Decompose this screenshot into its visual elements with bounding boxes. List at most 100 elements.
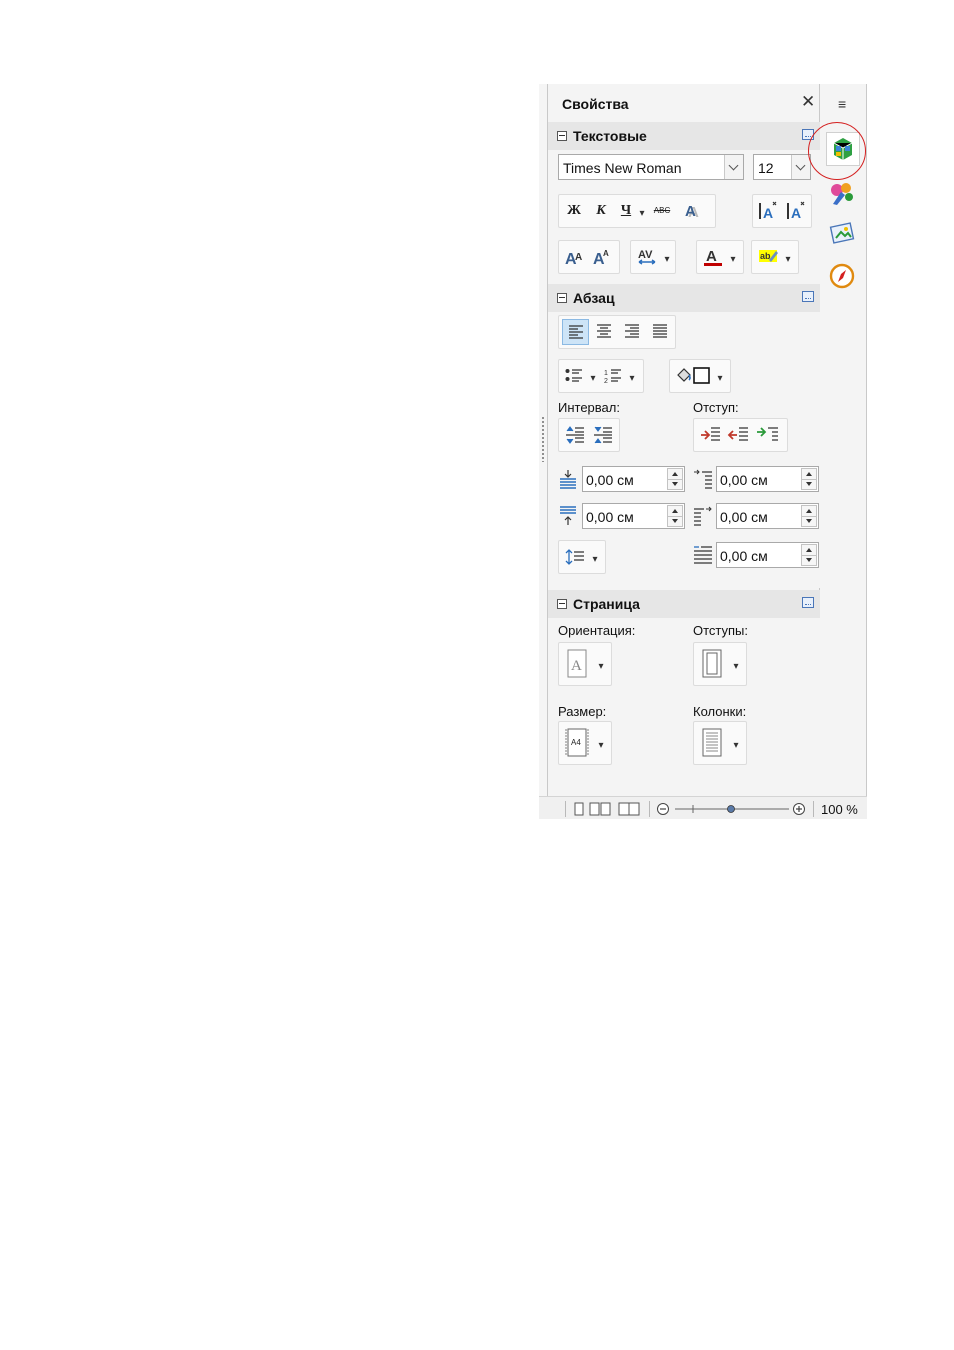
first-line-indent-field[interactable]: 0,00 см xyxy=(716,542,819,568)
columns-dropdown[interactable] xyxy=(730,730,742,756)
chevron-down-icon[interactable] xyxy=(724,155,743,179)
before-indent-stepper[interactable] xyxy=(801,468,817,490)
increase-spacing-button[interactable] xyxy=(562,422,588,448)
deck-titlebar: Свойства ✕ xyxy=(548,84,820,118)
decrease-spacing-button[interactable] xyxy=(590,422,616,448)
paragraph-background-dropdown[interactable] xyxy=(714,363,726,389)
more-options-icon[interactable] xyxy=(802,291,814,302)
columns-button[interactable] xyxy=(697,726,727,760)
hanging-indent-button[interactable] xyxy=(753,422,783,448)
columns-toolbar xyxy=(693,721,747,765)
before-indent-field[interactable]: 0,00 см xyxy=(716,466,819,492)
page-columns-icon xyxy=(702,728,722,757)
orientation-dropdown[interactable] xyxy=(595,651,607,677)
align-left-button[interactable] xyxy=(562,319,589,345)
grow-font-button[interactable]: AA xyxy=(562,244,588,270)
font-size-combo[interactable]: 12 xyxy=(753,154,811,180)
font-name-combo[interactable]: Times New Roman xyxy=(558,154,744,180)
increase-indent-button[interactable] xyxy=(697,422,723,448)
collapse-icon[interactable] xyxy=(557,599,567,609)
chevron-down-icon[interactable] xyxy=(791,155,810,179)
bullets-dropdown[interactable] xyxy=(587,363,599,389)
font-color-dropdown[interactable] xyxy=(727,244,739,270)
numbering-button[interactable]: 12 xyxy=(601,363,625,389)
navigator-compass-icon xyxy=(829,263,855,289)
underline-dropdown[interactable] xyxy=(637,198,647,224)
zoom-out-icon[interactable] xyxy=(656,802,670,816)
character-section-title: Текстовые xyxy=(573,128,647,144)
orientation-toolbar: A xyxy=(558,642,612,686)
after-indent-stepper[interactable] xyxy=(801,505,817,527)
subscript-button[interactable]: A xyxy=(783,198,809,224)
font-size-value: 12 xyxy=(758,160,774,176)
below-spacing-stepper[interactable] xyxy=(667,505,683,527)
tab-styles[interactable] xyxy=(826,176,860,210)
page-section-header[interactable]: Страница xyxy=(548,590,820,618)
align-right-button[interactable] xyxy=(618,319,645,345)
after-indent-field[interactable]: 0,00 см xyxy=(716,503,819,529)
margins-label: Отступы: xyxy=(693,623,749,638)
line-spacing-button[interactable] xyxy=(562,544,588,570)
multi-page-view-icon[interactable] xyxy=(589,802,611,816)
separator xyxy=(649,801,650,817)
increase-indent-icon xyxy=(701,427,720,441)
underline-button[interactable]: Ч xyxy=(615,198,637,224)
zoom-level[interactable]: 100 % xyxy=(821,802,858,817)
separator xyxy=(565,801,566,817)
svg-text:A: A xyxy=(763,205,773,221)
shadow-button[interactable]: AA xyxy=(679,198,705,224)
below-spacing-icon xyxy=(560,506,576,525)
paragraph-background-button[interactable] xyxy=(673,363,713,389)
single-page-view-icon[interactable] xyxy=(572,802,586,816)
above-spacing-stepper[interactable] xyxy=(667,468,683,490)
tab-gallery[interactable] xyxy=(826,218,860,252)
paragraph-section-header[interactable]: Абзац xyxy=(548,284,820,312)
splitter-grip[interactable] xyxy=(541,416,545,462)
size-button[interactable]: A4 xyxy=(562,726,592,760)
italic-button[interactable]: К xyxy=(589,198,613,224)
book-view-icon[interactable] xyxy=(618,802,640,816)
size-dropdown[interactable] xyxy=(595,730,607,756)
grow-font-icon: AA xyxy=(565,251,582,268)
collapse-icon[interactable] xyxy=(557,131,567,141)
strikethrough-button[interactable]: ABC xyxy=(649,198,675,224)
bold-button[interactable]: Ж xyxy=(562,198,586,224)
justify-button[interactable] xyxy=(646,319,673,345)
numbering-dropdown[interactable] xyxy=(626,363,638,389)
margins-dropdown[interactable] xyxy=(730,651,742,677)
below-spacing-field[interactable]: 0,00 см xyxy=(582,503,685,529)
first-line-indent-stepper[interactable] xyxy=(801,544,817,566)
character-spacing-dropdown[interactable] xyxy=(661,244,673,270)
tab-navigator[interactable] xyxy=(826,260,860,294)
svg-text:A: A xyxy=(685,203,696,220)
paragraph-section-body: 12 Интервал: Отступ: xyxy=(548,312,820,588)
after-indent-value: 0,00 см xyxy=(720,509,768,525)
size-toolbar: A4 xyxy=(558,721,612,765)
sidebar-menu-icon[interactable]: ≡ xyxy=(838,96,846,112)
bullets-button[interactable] xyxy=(562,363,586,389)
shrink-font-button[interactable]: AA xyxy=(590,244,616,270)
superscript-button[interactable]: A xyxy=(755,198,781,224)
margins-button[interactable] xyxy=(697,647,727,681)
align-center-button[interactable] xyxy=(590,319,617,345)
more-options-icon[interactable] xyxy=(802,597,814,608)
font-color-button[interactable]: A xyxy=(700,244,726,270)
decrease-indent-icon xyxy=(727,427,748,441)
character-section-header[interactable]: Текстовые xyxy=(548,122,820,150)
sidebar-splitter[interactable] xyxy=(539,84,548,796)
highlight-dropdown[interactable] xyxy=(782,244,794,270)
list-toolbar: 12 xyxy=(558,359,644,393)
orientation-button[interactable]: A xyxy=(562,647,592,681)
text-style-toolbar: Ж К Ч ABC AA xyxy=(558,194,716,228)
character-spacing-button[interactable]: AV xyxy=(634,244,660,270)
zoom-slider[interactable] xyxy=(673,802,791,816)
collapse-icon[interactable] xyxy=(557,293,567,303)
highlight-button[interactable]: ab xyxy=(755,244,781,270)
page-margins-icon xyxy=(702,649,722,678)
above-spacing-field[interactable]: 0,00 см xyxy=(582,466,685,492)
decrease-indent-button[interactable] xyxy=(725,422,751,448)
zoom-in-icon[interactable] xyxy=(792,802,806,816)
close-icon[interactable]: ✕ xyxy=(801,92,815,112)
styles-icon xyxy=(831,183,853,205)
line-spacing-dropdown[interactable] xyxy=(589,544,601,570)
